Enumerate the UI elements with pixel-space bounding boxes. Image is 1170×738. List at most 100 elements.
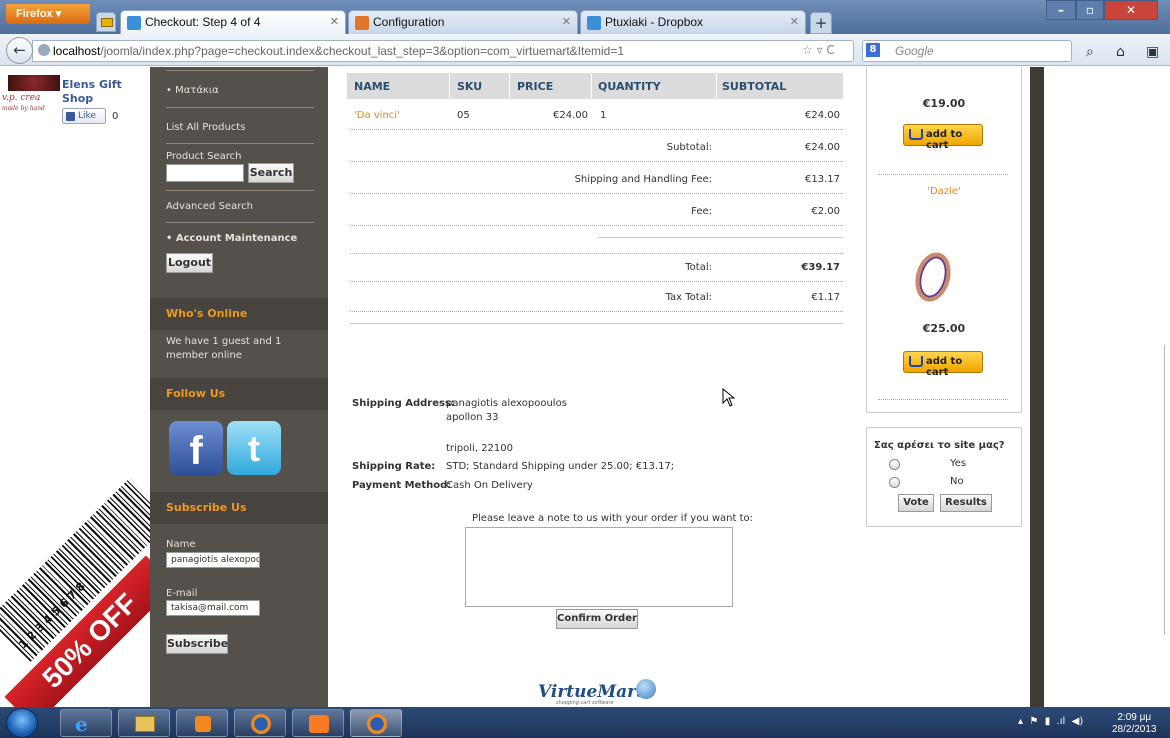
close-tab-icon[interactable]: ✕	[790, 15, 799, 28]
account-maintenance-link[interactable]: • Account Maintenance	[166, 233, 297, 244]
url-path: /joomla/index.php?page=checkout.index&ch…	[100, 44, 625, 58]
firefox-menu-button[interactable]: Firefox ▾	[6, 4, 90, 24]
new-tab-button[interactable]: +	[810, 12, 832, 34]
close-tab-icon[interactable]: ✕	[330, 15, 339, 28]
whos-online-text-2: member online	[166, 350, 242, 361]
configuration-favicon-icon	[355, 16, 369, 30]
divider	[350, 129, 843, 130]
add-to-cart-button[interactable]: add to cart	[903, 124, 983, 151]
folder-icon	[101, 18, 113, 27]
header-subtotal: SUBTOTAL	[722, 80, 787, 93]
search-icon[interactable]: ⌕	[1086, 44, 1094, 60]
start-button[interactable]	[6, 708, 38, 738]
vote-button[interactable]: Vote	[898, 494, 934, 512]
firefox-active-taskbar-icon[interactable]	[350, 709, 402, 737]
shipping-rate-label: Shipping Rate:	[352, 461, 436, 472]
minimize-button[interactable]: –	[1046, 0, 1076, 20]
back-button[interactable]: ←	[6, 37, 33, 64]
note-prompt: Please leave a note to us with your orde…	[472, 513, 753, 524]
firefox-taskbar-icon[interactable]	[234, 709, 286, 737]
poll-option-no: No	[950, 476, 964, 487]
subscribe-button[interactable]: Subscribe	[166, 634, 228, 654]
poll-option-yes: Yes	[950, 458, 967, 469]
bookmarks-icon[interactable]: ▣	[1146, 44, 1159, 60]
pinned-tab[interactable]	[96, 12, 116, 32]
maximize-button[interactable]: ▫	[1076, 0, 1104, 20]
shop-name-line-1[interactable]: Elens Gift	[62, 78, 122, 91]
follow-us-heading: Follow Us	[150, 378, 328, 410]
subscribe-email-input[interactable]: takisa@mail.com	[166, 600, 260, 616]
tab-label: Configuration	[373, 15, 445, 29]
url-tools[interactable]: ☆ ▿ C	[802, 43, 835, 57]
scrollbar[interactable]	[1164, 345, 1170, 635]
window-close-button[interactable]: ✕	[1104, 0, 1158, 20]
like-count: 0	[112, 111, 119, 122]
poll-radio-yes[interactable]	[889, 459, 900, 470]
sidebar-item-matakia[interactable]: • Ματάκια	[166, 85, 219, 96]
order-note-textarea[interactable]	[465, 527, 733, 607]
shipping-fee-label: Shipping and Handling Fee:	[574, 174, 712, 185]
product-2-name-link[interactable]: 'Dazle'	[866, 186, 1022, 197]
xampp-taskbar-icon[interactable]	[292, 709, 344, 737]
logo-text: v.p. crea	[2, 93, 41, 103]
shipping-address-label: Shipping Address:	[352, 398, 455, 409]
virtuemart-logo: VirtueMart	[538, 682, 644, 702]
explorer-taskbar-icon[interactable]	[118, 709, 170, 737]
divider	[166, 222, 314, 223]
product-search-label: Product Search	[166, 151, 242, 162]
url-host: localhost	[53, 44, 101, 58]
discount-banner: 1 2 3 4 5 6 7 8 50% OFF	[0, 470, 150, 707]
header-name: NAME	[354, 80, 391, 93]
column-separator	[509, 73, 510, 99]
confirm-order-button[interactable]: Confirm Order	[556, 609, 638, 629]
item-sku: 05	[457, 110, 470, 121]
media-player-taskbar-icon[interactable]	[176, 709, 228, 737]
search-button[interactable]: Search	[248, 163, 294, 183]
site-identity-icon[interactable]	[38, 44, 50, 56]
divider	[166, 107, 314, 108]
fee-value: €2.00	[811, 206, 840, 217]
divider	[598, 237, 843, 238]
roses-logo-image	[8, 75, 60, 91]
address-line-3: tripoli, 22100	[446, 443, 514, 454]
tab-checkout[interactable]: Checkout: Step 4 of 4 ✕	[120, 10, 346, 34]
shop-name-line-2[interactable]: Shop	[62, 92, 93, 105]
cart-icon	[909, 129, 923, 140]
internet-explorer-taskbar-icon[interactable]: e	[60, 709, 112, 737]
tab-dropbox[interactable]: Ptuxiaki - Dropbox ✕	[580, 10, 806, 34]
results-button[interactable]: Results	[940, 494, 992, 512]
tab-label: Checkout: Step 4 of 4	[145, 15, 261, 29]
logo-subtext: made by hand	[2, 105, 45, 112]
fee-label: Fee:	[691, 206, 712, 217]
logout-button[interactable]: Logout	[166, 253, 213, 273]
poll-radio-no[interactable]	[889, 477, 900, 488]
virtuemart-tagline: shopping cart software	[556, 700, 614, 706]
home-icon[interactable]: ⌂	[1116, 44, 1125, 60]
google-engine-icon[interactable]: 8	[866, 43, 880, 57]
tax-total-value: €1.17	[811, 292, 840, 303]
tab-configuration[interactable]: Configuration ✕	[348, 10, 578, 34]
search-bar[interactable]: Google	[862, 40, 1072, 62]
whos-online-text-1: We have 1 guest and 1	[166, 336, 282, 347]
shipping-rate-value: STD; Standard Shipping under 25.00; €13.…	[446, 461, 675, 472]
subscribe-name-input[interactable]: panagiotis alexopooulos	[166, 552, 260, 568]
product-2-price: €25.00	[922, 322, 966, 335]
close-tab-icon[interactable]: ✕	[562, 15, 571, 28]
facebook-icon[interactable]: f	[169, 421, 223, 475]
twitter-icon[interactable]: t	[227, 421, 281, 475]
advanced-search-link[interactable]: Advanced Search	[166, 201, 253, 212]
product-search-input[interactable]	[166, 164, 244, 182]
header-price: PRICE	[517, 80, 554, 93]
sidebar-item-list-all[interactable]: List All Products	[166, 122, 245, 133]
item-name-link[interactable]: 'Da vinci'	[354, 110, 400, 121]
cart-icon	[909, 356, 923, 367]
whos-online-heading: Who's Online	[150, 298, 328, 330]
name-label: Name	[166, 539, 196, 550]
system-clock[interactable]: 2:09 μμ 28/2/2013	[1112, 712, 1157, 736]
address-bar[interactable]: localhost/joomla/index.php?page=checkout…	[32, 40, 854, 62]
thumbs-up-icon	[66, 112, 75, 121]
facebook-like-button[interactable]: Like	[62, 108, 106, 124]
add-to-cart-button[interactable]: add to cart	[903, 351, 983, 378]
shipping-fee-value: €13.17	[805, 174, 840, 185]
system-tray[interactable]: ▴ ⚑ ▮ .ıl ◀)	[1018, 716, 1083, 727]
